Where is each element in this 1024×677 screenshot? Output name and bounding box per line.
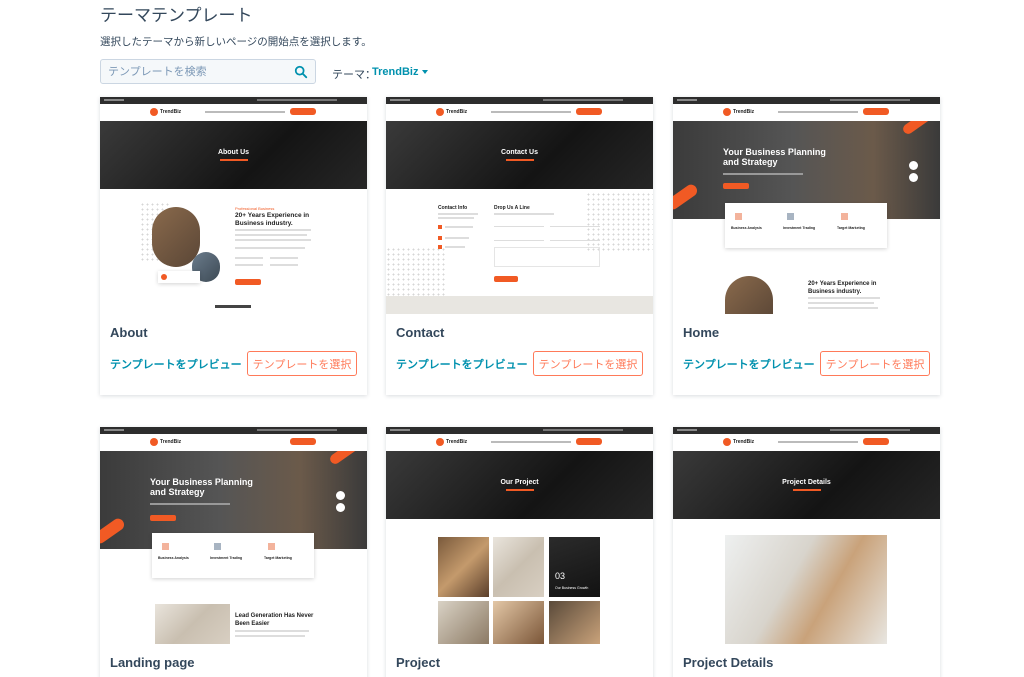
chevron-down-icon	[422, 70, 429, 75]
thumb-hero-title: About Us	[217, 149, 250, 156]
template-thumbnail[interactable]: TrendBiz Project Details	[673, 427, 940, 644]
page-subtitle: 選択したテーマから新しいページの開始点を選択します。	[100, 36, 372, 48]
template-card-about: TrendBiz About Us Professional Business …	[100, 97, 367, 395]
template-name: Contact	[396, 325, 445, 340]
feature-label: Business Analysis	[731, 226, 762, 230]
template-name: About	[110, 325, 148, 340]
template-name: Project Details	[683, 655, 774, 670]
thumb-feature-card: Business Analysis Investment Trading Tar…	[152, 533, 314, 578]
thumb-photo	[725, 535, 887, 644]
tile-caption: Our Business Growth	[555, 586, 589, 590]
thumb-topbar	[100, 427, 367, 434]
theme-value: TrendBiz	[372, 66, 419, 78]
thumb-nav: TrendBiz	[100, 104, 367, 121]
thumb-brand: TrendBiz	[160, 439, 182, 445]
feature-label: Target Marketing	[264, 556, 292, 560]
thumb-label: Professional Business	[235, 206, 275, 211]
template-card-contact: TrendBiz Contact Us Contact Info Drop Us…	[386, 97, 653, 395]
thumb-brand: TrendBiz	[446, 439, 468, 445]
thumb-brand: TrendBiz	[733, 439, 755, 445]
thumb-topbar	[386, 427, 653, 434]
preview-template-link[interactable]: テンプレートをプレビュー	[110, 356, 242, 372]
logo-icon	[436, 108, 444, 116]
thumb-nav: TrendBiz	[386, 104, 653, 121]
thumb-hero-title: Our Project	[500, 479, 539, 486]
preview-template-link[interactable]: テンプレートをプレビュー	[683, 356, 815, 372]
thumb-hero: Contact Us	[386, 121, 653, 189]
logo-icon	[436, 438, 444, 446]
page-title: テーマテンプレート	[100, 6, 253, 25]
thumb-brand: TrendBiz	[446, 109, 468, 115]
select-template-button[interactable]: テンプレートを選択	[533, 351, 643, 376]
thumb-nav: TrendBiz	[386, 434, 653, 451]
thumb-photo	[152, 207, 200, 267]
thumb-heading: 20+ Years Experience in Business industr…	[235, 212, 310, 227]
template-card-landing-page: TrendBiz Your Business Planning and Stra…	[100, 427, 367, 677]
theme-label: テーマ：	[332, 69, 376, 81]
thumb-hero: Project Details	[673, 451, 940, 519]
thumb-hero: About Us	[100, 121, 367, 189]
template-name: Landing page	[110, 655, 195, 670]
thumb-topbar	[386, 97, 653, 104]
thumb-nav: TrendBiz	[100, 434, 367, 451]
tile-number: 03	[555, 571, 566, 581]
search-icon[interactable]	[294, 65, 308, 79]
thumb-topbar	[673, 427, 940, 434]
thumb-heading: 20+ Years Experience in Business industr…	[808, 281, 877, 295]
select-template-button[interactable]: テンプレートを選択	[247, 351, 357, 376]
feature-label: Investment Trading	[783, 226, 816, 230]
template-thumbnail[interactable]: TrendBiz Your Business Planning and Stra…	[673, 97, 940, 314]
feature-label: Investment Trading	[210, 556, 243, 560]
search-input[interactable]	[101, 60, 286, 83]
thumb-topbar	[673, 97, 940, 104]
thumb-hero: Our Project	[386, 451, 653, 519]
thumb-topbar	[100, 97, 367, 104]
feature-label: Business Analysis	[158, 556, 189, 560]
template-name: Project	[396, 655, 441, 670]
logo-icon	[150, 438, 158, 446]
template-thumbnail[interactable]: TrendBiz About Us Professional Business …	[100, 97, 367, 314]
thumb-photo	[155, 604, 230, 644]
thumb-feature-card: Business Analysis Investment Trading Tar…	[725, 203, 887, 248]
thumb-nav: TrendBiz	[673, 104, 940, 121]
template-card-project: TrendBiz Our Project 03 Our Business Gro…	[386, 427, 653, 677]
template-thumbnail[interactable]: TrendBiz Contact Us Contact Info Drop Us…	[386, 97, 653, 314]
feature-label: Target Marketing	[837, 226, 865, 230]
logo-icon	[723, 438, 731, 446]
thumb-hero-title: Your Business Planning and Strategy	[723, 147, 826, 167]
thumb-brand: TrendBiz	[160, 109, 182, 115]
logo-icon	[150, 108, 158, 116]
thumb-brand: TrendBiz	[733, 109, 755, 115]
thumb-heading: Lead Generation Has Never Been Easier	[235, 613, 314, 627]
thumb-contact-info: Contact Info	[438, 205, 468, 211]
thumb-form-title: Drop Us A Line	[494, 205, 530, 211]
template-card-home: TrendBiz Your Business Planning and Stra…	[673, 97, 940, 395]
template-search	[100, 59, 316, 84]
template-thumbnail[interactable]: TrendBiz Your Business Planning and Stra…	[100, 427, 367, 644]
thumb-hero-title: Contact Us	[501, 149, 538, 156]
preview-template-link[interactable]: テンプレートをプレビュー	[396, 356, 528, 372]
thumb-photo	[725, 276, 773, 314]
thumb-nav: TrendBiz	[673, 434, 940, 451]
logo-icon	[723, 108, 731, 116]
select-template-button[interactable]: テンプレートを選択	[820, 351, 930, 376]
template-card-project-details: TrendBiz Project Details Project Details	[673, 427, 940, 677]
thumb-hero-title: Your Business Planning and Strategy	[150, 477, 253, 497]
template-thumbnail[interactable]: TrendBiz Our Project 03 Our Business Gro…	[386, 427, 653, 644]
thumb-hero-title: Project Details	[782, 479, 831, 486]
template-name: Home	[683, 325, 720, 340]
theme-dropdown[interactable]: TrendBiz	[372, 66, 429, 78]
